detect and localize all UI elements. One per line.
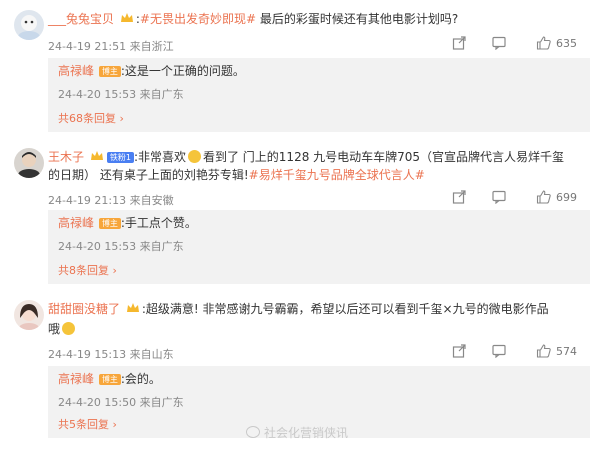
comment-text-pre: :非常喜欢 [133, 150, 186, 164]
topic-link[interactable]: #易烊千玺九号品牌全球代言人# [249, 168, 425, 182]
comment-text-body: 看到了 门上的1128 九号电动车车牌705（官宣品牌代言人易烊千玺 [202, 150, 565, 164]
more-replies-label: 共8条回复 [58, 264, 109, 277]
crown-icon [90, 149, 104, 161]
reply-meta: 24-4-20 15:53 来自广东 [58, 240, 184, 253]
more-replies-link[interactable]: 共8条回复 › [58, 262, 117, 278]
share-icon[interactable] [452, 344, 466, 358]
reply-username-link[interactable]: 高禄峰 [58, 372, 94, 386]
reply-username-link[interactable]: 高禄峰 [58, 216, 94, 230]
like-button[interactable]: 699 [536, 190, 577, 204]
comment-text: ___兔兔宝贝 :#无畏出发奇妙即现# 最后的彩蛋时候还有其他电影计划吗? [48, 10, 458, 28]
reply-box: 高禄峰 博主:手工点个赞。 24-4-20 15:53 来自广东 共8条回复 › [48, 210, 590, 284]
comment-icon[interactable] [492, 344, 506, 358]
comment-item: 王木子 铁粉1:非常喜欢 看到了 门上的1128 九号电动车车牌705（官宣品牌代… [0, 140, 600, 285]
avatar[interactable] [14, 300, 44, 330]
comment-text-line2: 哦 [48, 320, 77, 338]
comment-meta: 24-4-19 15:13 来自山东 [48, 348, 174, 361]
comment-actions: 699 [440, 190, 590, 208]
like-count: 574 [556, 345, 577, 358]
comment-meta: 24-4-19 21:13 来自安徽 [48, 194, 174, 207]
crown-icon [120, 11, 134, 23]
avatar[interactable] [14, 148, 44, 178]
chevron-right-icon: › [116, 112, 124, 125]
crown-icon [126, 301, 140, 313]
reply-username-link[interactable]: 高禄峰 [58, 64, 94, 78]
like-icon [536, 344, 551, 358]
like-button[interactable]: 574 [536, 344, 577, 358]
like-count: 699 [556, 191, 577, 204]
topic-link[interactable]: #无畏出发奇妙即现# [140, 12, 256, 26]
like-count: 635 [556, 37, 577, 50]
more-replies-label: 共68条回复 [58, 112, 116, 125]
emoji-icon [62, 322, 76, 335]
reply-text: 高禄峰 博主:会的。 [58, 370, 161, 388]
share-icon[interactable] [452, 36, 466, 50]
watermark-text: 社会化营销侠讯 [264, 426, 349, 440]
comment-text: 王木子 铁粉1:非常喜欢 看到了 门上的1128 九号电动车车牌705（官宣品牌代… [48, 148, 564, 166]
reply-text: 高禄峰 博主:手工点个赞。 [58, 214, 197, 232]
author-badge: 博主 [98, 218, 121, 229]
chevron-right-icon: › [109, 418, 117, 431]
username-link[interactable]: 甜甜圈没糖了 [48, 302, 120, 316]
comment-actions: 574 [440, 344, 590, 362]
username-link[interactable]: ___兔兔宝贝 [48, 12, 114, 26]
comment-item: 甜甜圈没糖了 :超级满意! 非常感谢九号霸霸，希望以后还可以看到千玺×九号的微电… [0, 290, 600, 440]
comment-text-body: 最后的彩蛋时候还有其他电影计划吗? [256, 12, 459, 26]
comment-text-continued: 哦 [48, 322, 61, 336]
comment-text-pre: :超级满意! 非常感谢九号霸霸，希望以后还可以看到千玺×九号的微电影作品 [141, 302, 549, 316]
chevron-right-icon: › [109, 264, 117, 277]
comment-text: 甜甜圈没糖了 :超级满意! 非常感谢九号霸霸，希望以后还可以看到千玺×九号的微电… [48, 300, 549, 318]
avatar[interactable] [14, 10, 44, 40]
emoji-icon [187, 150, 201, 163]
reply-meta: 24-4-20 15:50 来自广东 [58, 396, 184, 409]
comment-icon[interactable] [492, 36, 506, 50]
like-icon [536, 190, 551, 204]
share-icon[interactable] [452, 190, 466, 204]
author-badge: 博主 [98, 66, 121, 77]
comment-meta: 24-4-19 21:51 来自浙江 [48, 40, 174, 53]
author-badge: 博主 [98, 374, 121, 385]
comment-actions: 635 [440, 36, 590, 54]
username-link[interactable]: 王木子 [48, 150, 84, 164]
more-replies-link[interactable]: 共68条回复 › [58, 110, 124, 126]
like-icon [536, 36, 551, 50]
comment-icon[interactable] [492, 190, 506, 204]
more-replies-label: 共5条回复 [58, 418, 109, 431]
watermark: 社会化营销侠讯 [246, 424, 348, 441]
like-button[interactable]: 635 [536, 36, 577, 50]
reply-meta: 24-4-20 15:53 来自广东 [58, 88, 184, 101]
more-replies-link[interactable]: 共5条回复 › [58, 416, 117, 432]
reply-text: 高禄峰 博主:这是一个正确的问题。 [58, 62, 245, 80]
reply-body: :这是一个正确的问题。 [120, 64, 245, 78]
weibo-logo-icon [246, 426, 260, 438]
comment-text-line2: 的日期） 还有桌子上面的刘艳芬专辑!#易烊千玺九号品牌全球代言人# [48, 166, 425, 184]
reply-box: 高禄峰 博主:这是一个正确的问题。 24-4-20 15:53 来自广东 共68… [48, 58, 590, 132]
fan-badge: 铁粉1 [106, 152, 134, 163]
comment-text-continued: 的日期） 还有桌子上面的刘艳芬专辑! [48, 168, 249, 182]
reply-body: :手工点个赞。 [120, 216, 197, 230]
comment-item: ___兔兔宝贝 :#无畏出发奇妙即现# 最后的彩蛋时候还有其他电影计划吗? 24… [0, 0, 600, 140]
reply-body: :会的。 [120, 372, 161, 386]
